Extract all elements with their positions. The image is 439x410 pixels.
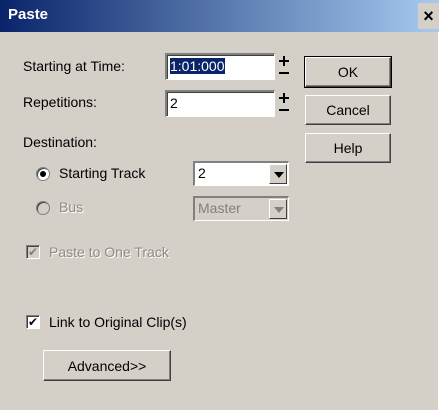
repetitions-value: 2 [170,95,178,111]
starting-track-select[interactable]: 2 [193,161,289,186]
bus-value: Master [198,200,241,216]
starting-time-label: Starting at Time: [23,58,125,74]
decrement-icon[interactable] [278,104,290,116]
chevron-down-icon[interactable] [269,164,287,184]
ok-button[interactable]: OK [304,56,392,88]
paste-dialog: Paste × Starting at Time: 1:01:000 Repet… [0,0,439,410]
repetitions-spinner[interactable] [278,92,292,116]
paste-to-one-track-label: Paste to One Track [49,244,169,260]
destination-label: Destination: [23,134,97,150]
starting-time-value: 1:01:000 [170,58,225,74]
starting-time-input[interactable]: 1:01:000 [165,53,275,80]
link-to-original-checkbox[interactable]: ✔ [26,315,40,329]
starting-time-spinner[interactable] [278,55,292,79]
increment-icon[interactable] [278,92,290,104]
starting-track-value: 2 [198,165,206,181]
decrement-icon[interactable] [278,67,290,79]
help-button[interactable]: Help [305,133,391,163]
bus-select[interactable]: Master [193,196,289,221]
window-title: Paste [8,6,49,23]
starting-track-label[interactable]: Starting Track [59,165,145,181]
checkmark-icon: ✔ [27,315,39,329]
link-to-original-label[interactable]: Link to Original Clip(s) [49,314,187,330]
close-icon: × [423,5,434,26]
bus-label: Bus [59,199,84,215]
cancel-button[interactable]: Cancel [305,95,391,125]
title-bar[interactable]: Paste × [0,0,439,32]
repetitions-label: Repetitions: [23,94,97,110]
chevron-down-icon[interactable] [269,199,287,219]
checkmark-icon: ✔ [27,245,39,259]
starting-track-radio[interactable] [36,167,50,181]
repetitions-input[interactable]: 2 [165,90,275,117]
paste-to-one-track-checkbox[interactable]: ✔ [26,245,40,259]
bus-radio[interactable] [36,201,50,215]
increment-icon[interactable] [278,55,290,67]
advanced-button[interactable]: Advanced>> [43,350,171,381]
close-button[interactable]: × [418,3,439,29]
